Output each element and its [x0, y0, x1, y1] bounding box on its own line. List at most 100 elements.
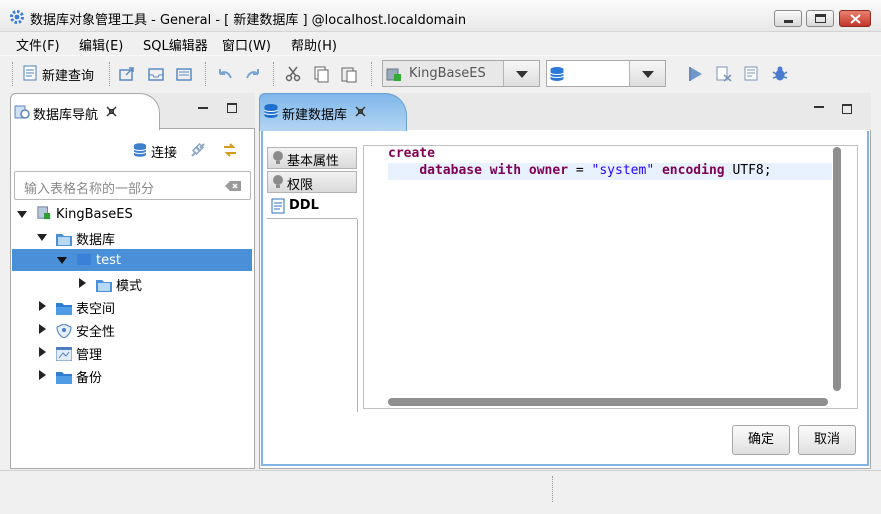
maximize-icon	[815, 14, 826, 23]
close-button[interactable]	[839, 10, 871, 27]
tree-label-security: 安全性	[76, 325, 116, 340]
code-line-1: create	[388, 146, 435, 161]
tab-database-navigator[interactable]: 数据库导航	[10, 93, 160, 130]
refresh-icon[interactable]	[221, 141, 239, 159]
close-tab-icon[interactable]	[355, 106, 366, 117]
tab-new-database[interactable]: 新建数据库	[259, 93, 407, 131]
menu-bar	[0, 32, 881, 54]
ok-button[interactable]: 确定	[732, 425, 790, 455]
expand-toggle-icon[interactable]	[39, 370, 46, 380]
maximize-button[interactable]	[806, 10, 834, 27]
bulb-icon	[273, 151, 283, 164]
code-line-2: database with owner = "system" encoding …	[388, 163, 772, 178]
tree-item-tablespaces[interactable]: 表空间	[56, 298, 115, 320]
redo-icon[interactable]	[244, 65, 262, 83]
code-token: UTF8;	[732, 163, 772, 178]
expand-toggle-icon[interactable]	[39, 347, 46, 357]
minimize-panel-icon[interactable]	[198, 107, 208, 109]
inbox-icon[interactable]	[147, 65, 165, 83]
copy-icon[interactable]	[312, 65, 330, 83]
cut-icon[interactable]	[284, 65, 302, 83]
database-combo[interactable]	[546, 60, 666, 87]
close-tab-icon[interactable]	[106, 106, 117, 117]
new-query-icon	[23, 65, 37, 81]
expand-toggle-icon[interactable]	[79, 278, 86, 288]
server-icon	[386, 68, 401, 81]
database-icon	[550, 67, 564, 81]
connect-button[interactable]: 连接	[131, 141, 181, 161]
server-combo-value: KingBaseES	[409, 66, 486, 81]
vertical-scrollbar[interactable]	[833, 147, 841, 391]
code-token: with	[489, 163, 522, 178]
tray-icon[interactable]	[175, 65, 193, 83]
expand-toggle-icon[interactable]	[39, 324, 46, 334]
tree-label-admin: 管理	[76, 348, 103, 363]
side-tab-basic-properties[interactable]: 基本属性	[267, 147, 357, 169]
connect-label: 连接	[151, 146, 178, 161]
expand-toggle-icon[interactable]	[37, 234, 47, 241]
table-search-input[interactable]: 输入表格名称的一部分	[14, 171, 251, 200]
app-gear-icon	[10, 10, 24, 24]
server-combo[interactable]: KingBaseES	[382, 60, 540, 87]
side-tab-label: 权限	[287, 178, 314, 193]
minimize-icon	[784, 20, 793, 23]
menu-sql-editor[interactable]: SQL编辑器	[143, 35, 208, 54]
toolbar-separator	[12, 62, 13, 86]
tree-label-tablespaces: 表空间	[76, 302, 116, 317]
side-tab-divider	[357, 219, 358, 412]
side-tab-privileges[interactable]: 权限	[267, 171, 357, 193]
menu-window[interactable]: 窗口(W)	[222, 35, 271, 54]
paste-icon[interactable]	[340, 65, 358, 83]
export-icon[interactable]	[118, 65, 136, 83]
tree-label-databases: 数据库	[76, 233, 116, 248]
maximize-panel-icon[interactable]	[227, 103, 237, 113]
status-bar	[0, 470, 881, 514]
tree-label-db-test: test	[96, 253, 121, 268]
debug-icon[interactable]	[771, 65, 789, 83]
tab-label: 新建数据库	[282, 108, 348, 123]
admin-icon	[56, 347, 72, 361]
folder-icon	[56, 234, 72, 246]
code-token: "system"	[591, 163, 655, 178]
tree-item-security[interactable]: 安全性	[56, 321, 115, 343]
expand-toggle-icon[interactable]	[57, 257, 67, 264]
toolbar-separator	[109, 62, 110, 86]
clear-icon[interactable]	[715, 65, 733, 83]
code-token: =	[575, 163, 584, 178]
tree-label-backup: 备份	[76, 371, 103, 386]
expand-toggle-icon[interactable]	[17, 211, 27, 218]
tree-item-db-test[interactable]: test	[76, 252, 121, 274]
code-token: create	[388, 146, 435, 161]
chevron-down-icon	[629, 61, 665, 86]
code-token: encoding	[661, 163, 725, 178]
tree-item-root[interactable]: KingBaseES	[36, 206, 133, 228]
side-tab-ddl[interactable]: DDL	[267, 195, 357, 219]
tree-item-admin[interactable]: 管理	[56, 344, 102, 366]
toolbar-separator	[273, 62, 274, 86]
expand-toggle-icon[interactable]	[39, 301, 46, 311]
undo-icon[interactable]	[216, 65, 234, 83]
tree-item-databases[interactable]: 数据库	[56, 229, 115, 251]
minimize-button[interactable]	[774, 10, 802, 27]
tree-selection-highlight	[12, 249, 252, 271]
tree-item-schemas[interactable]: 模式	[96, 275, 142, 297]
maximize-panel-icon[interactable]	[842, 104, 852, 114]
code-token: database	[419, 163, 482, 178]
tree-item-backup[interactable]: 备份	[56, 367, 102, 389]
ddl-code-editor[interactable]	[363, 145, 858, 409]
cancel-button[interactable]: 取消	[798, 425, 856, 455]
database-icon	[77, 254, 91, 265]
menu-help[interactable]: 帮助(H)	[291, 35, 337, 54]
clear-search-icon[interactable]	[224, 180, 242, 192]
tab-label: 数据库导航	[33, 108, 99, 123]
execute-icon[interactable]	[687, 65, 705, 83]
minimize-panel-icon[interactable]	[814, 106, 824, 108]
shield-icon	[56, 324, 72, 338]
menu-file[interactable]: 文件(F)	[16, 35, 60, 54]
toolbar-separator	[205, 62, 206, 86]
code-token: owner	[528, 163, 569, 178]
horizontal-scrollbar[interactable]	[388, 398, 828, 406]
disconnect-icon[interactable]	[189, 141, 207, 159]
format-icon[interactable]	[743, 65, 761, 83]
menu-edit[interactable]: 编辑(E)	[79, 35, 123, 54]
